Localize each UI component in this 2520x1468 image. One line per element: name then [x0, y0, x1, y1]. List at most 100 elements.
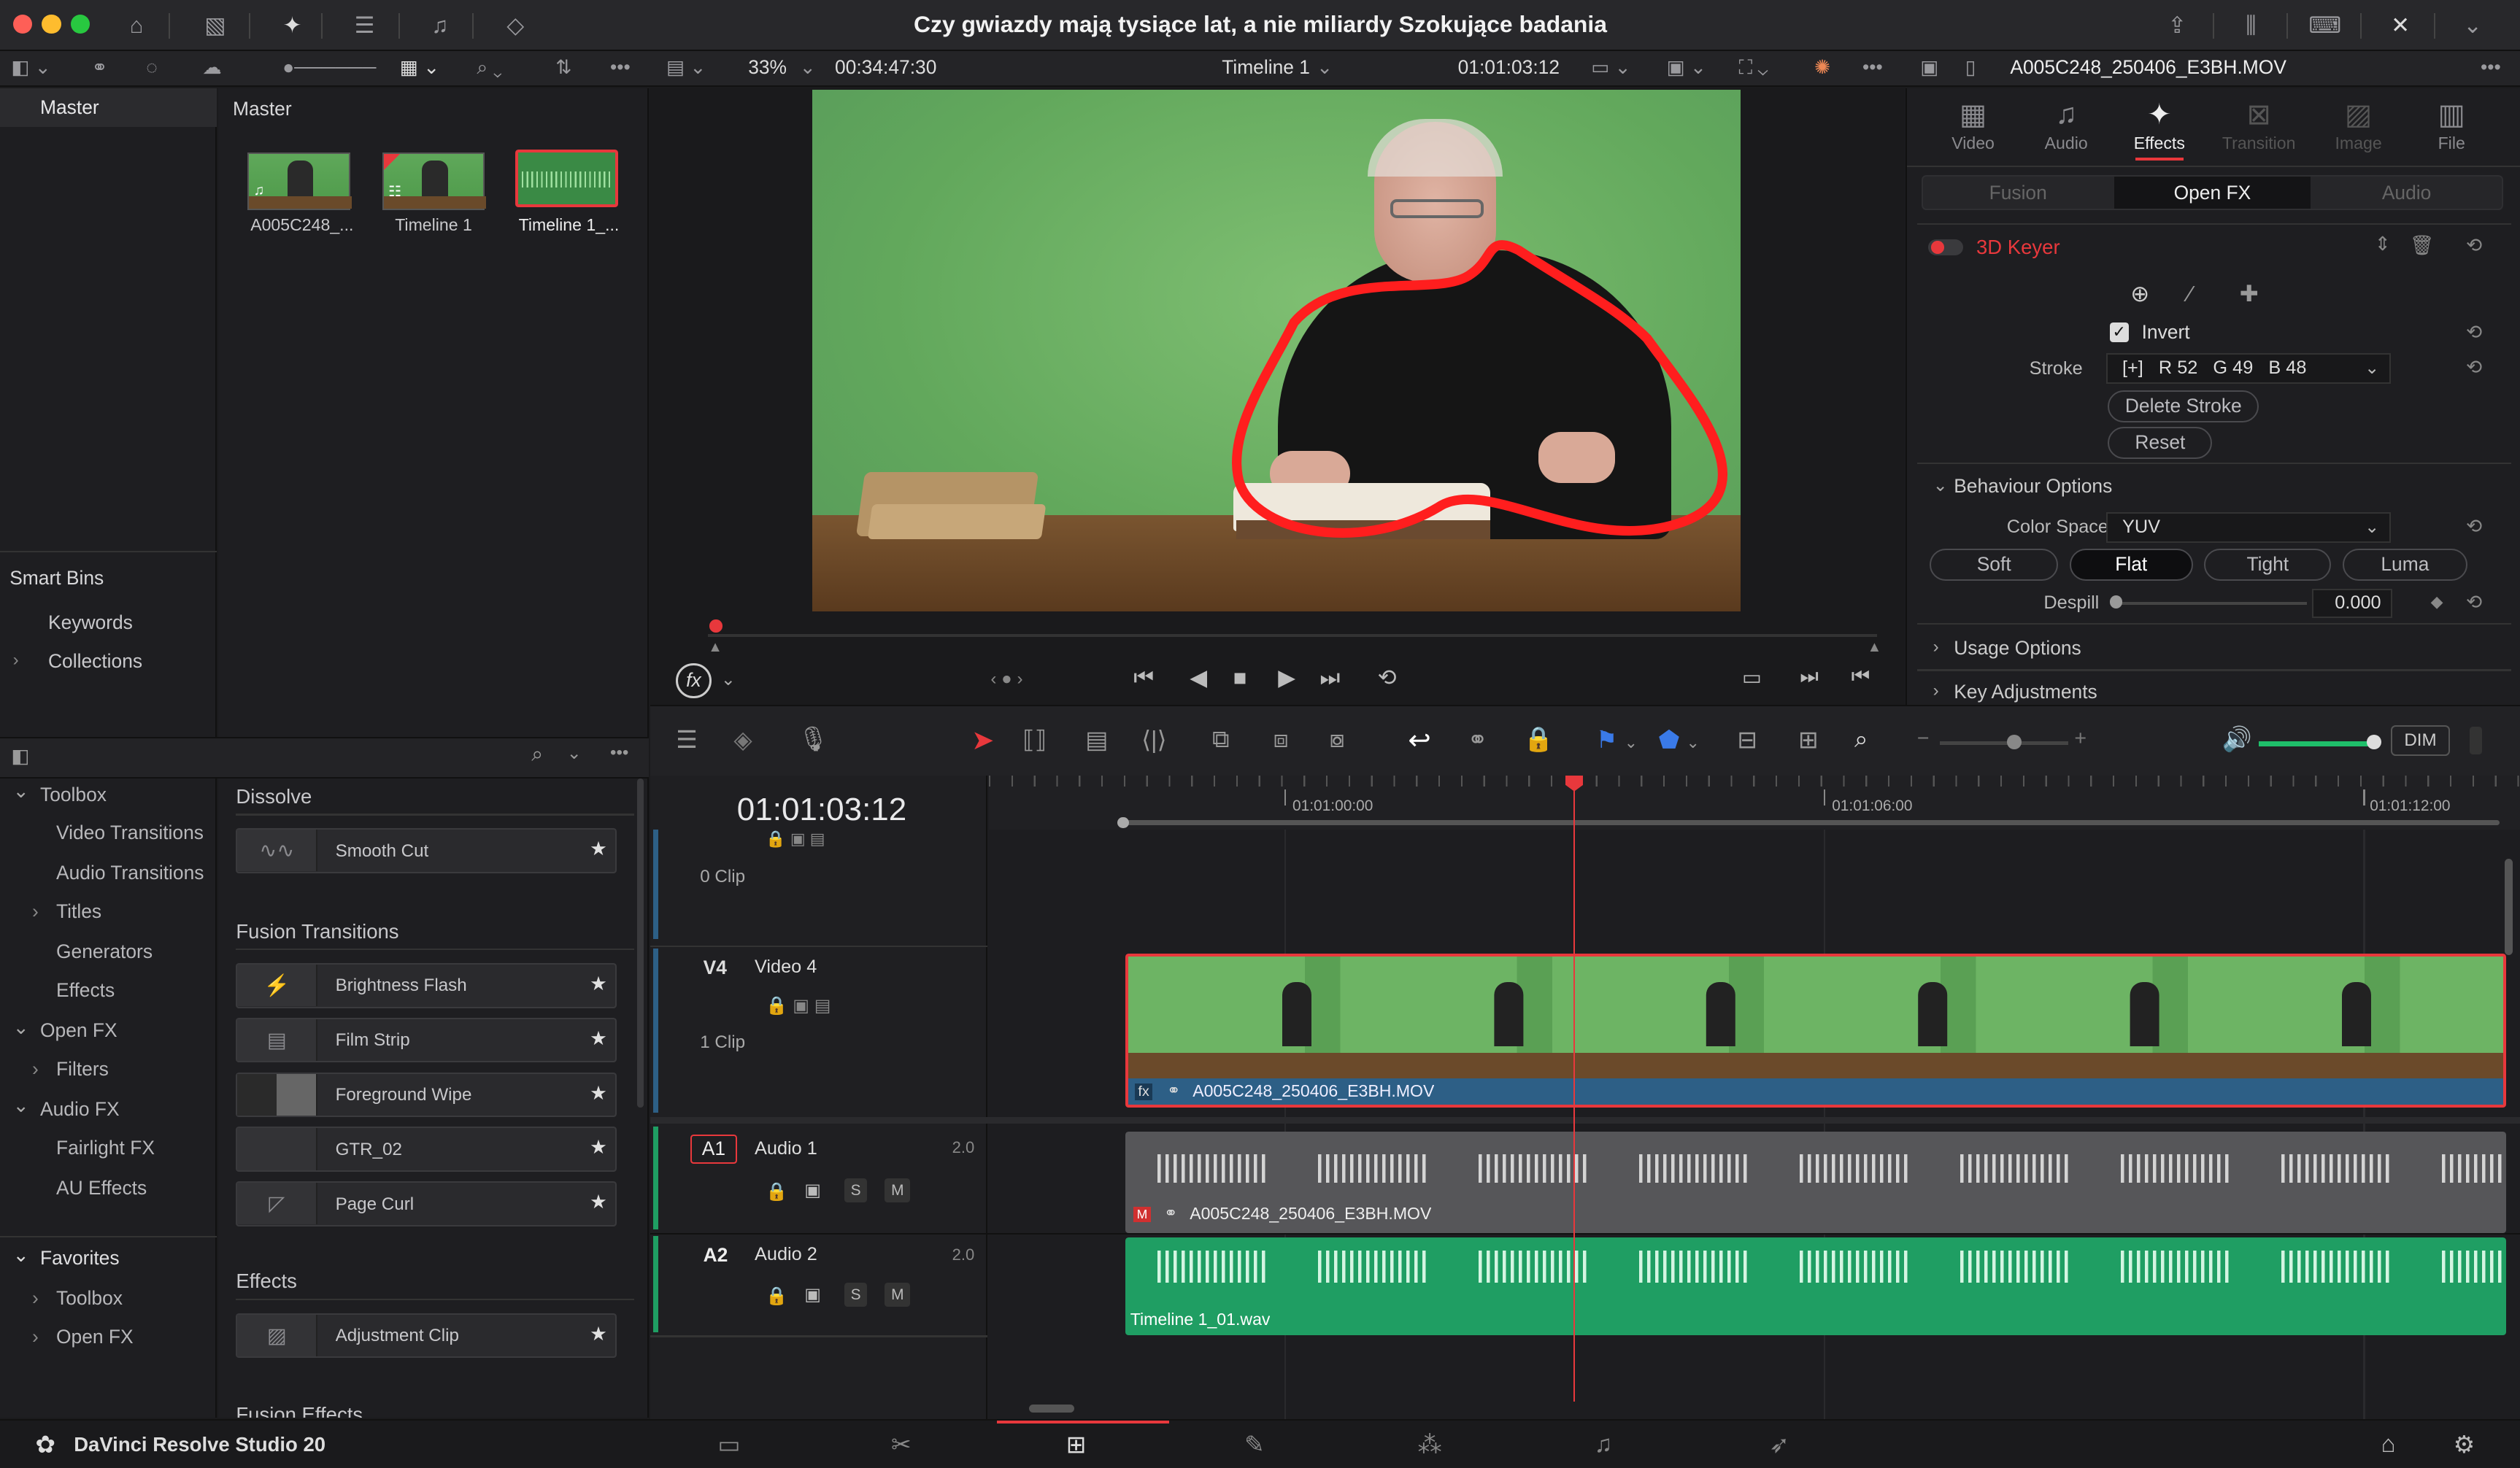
- bin-master[interactable]: Master: [40, 96, 99, 119]
- tree-fav-open-fx[interactable]: Open FX: [56, 1326, 134, 1348]
- subtab-open-fx[interactable]: Open FX: [2114, 182, 2310, 204]
- chevron-down-icon[interactable]: ⌄: [1317, 56, 1333, 79]
- eyedropper-plus-icon[interactable]: ✚: [2240, 281, 2259, 307]
- insert-clip-icon[interactable]: ⧉: [1212, 725, 1230, 754]
- flag-icon[interactable]: ⚑ ⌄: [1596, 725, 1638, 754]
- tab-image[interactable]: ▨ Image: [2311, 98, 2407, 152]
- chevron-down-icon[interactable]: ⌄: [13, 1016, 29, 1039]
- replace-clip-icon[interactable]: ⧇: [1330, 725, 1345, 754]
- reset-icon[interactable]: ⟲: [2466, 356, 2482, 379]
- video-clip[interactable]: fx ⚭ A005C248_250406_E3BH.MOV: [1125, 953, 2507, 1108]
- go-to-end-icon[interactable]: ⏭: [1319, 665, 1340, 692]
- sort-icon[interactable]: ⇅: [555, 56, 571, 79]
- cut-page-icon[interactable]: ✂: [891, 1430, 912, 1459]
- despill-value[interactable]: 0.000: [2311, 589, 2392, 618]
- more-options-icon[interactable]: •••: [2481, 56, 2501, 79]
- tree-filters[interactable]: Filters: [56, 1058, 109, 1081]
- fx-item-gtr-02[interactable]: GTR_02 ★: [236, 1127, 617, 1172]
- chevron-down-icon[interactable]: ⌄: [721, 669, 736, 690]
- delete-stroke-button[interactable]: Delete Stroke: [2108, 390, 2259, 422]
- tree-audio-fx[interactable]: Audio FX: [40, 1098, 120, 1121]
- fx-item-page-curl[interactable]: ◸ Page Curl ★: [236, 1181, 617, 1226]
- favorite-star-icon[interactable]: ★: [590, 973, 607, 995]
- zoom-level[interactable]: 33%: [748, 56, 787, 79]
- playhead[interactable]: [1573, 775, 1576, 1402]
- audio-clip-wav[interactable]: Timeline 1_01.wav: [1125, 1237, 2507, 1336]
- edit-page-icon[interactable]: ⊞: [1066, 1430, 1087, 1459]
- stop-icon[interactable]: ■: [1233, 665, 1247, 691]
- match-frame-icon[interactable]: ▭: [1742, 665, 1762, 690]
- favorite-star-icon[interactable]: ★: [590, 1136, 607, 1159]
- chevron-right-icon[interactable]: ›: [13, 650, 19, 671]
- fairlight-page-icon[interactable]: ♫: [1595, 1430, 1613, 1458]
- inspector-collapse-icon[interactable]: ⌄: [2457, 9, 2489, 42]
- viewer-mode-icon[interactable]: ▭ ⌄: [1591, 56, 1630, 79]
- prev-edit-icon[interactable]: ⏮: [1852, 665, 1870, 689]
- reset-icon[interactable]: ⟲: [2466, 515, 2482, 538]
- dynamic-trim-icon[interactable]: ▤: [1085, 725, 1108, 754]
- color-space-select[interactable]: YUV ⌄: [2106, 511, 2391, 543]
- volume-slider[interactable]: [2259, 741, 2372, 746]
- tree-open-fx[interactable]: Open FX: [40, 1019, 117, 1042]
- file-icon[interactable]: ▯: [1965, 56, 1976, 79]
- timeline-scroll-range[interactable]: [1122, 820, 2500, 825]
- color-page-icon[interactable]: ⁂: [1418, 1430, 1442, 1459]
- lock-icon[interactable]: 🔒: [766, 1286, 787, 1307]
- section-effects[interactable]: Effects⌃: [236, 1270, 297, 1293]
- clip-thumbnail[interactable]: ☷: [382, 152, 487, 211]
- track-controls[interactable]: 🔒 ▣ ▤: [766, 995, 831, 1016]
- inspector-tools-icon[interactable]: ✕: [2384, 9, 2416, 42]
- play-reverse-icon[interactable]: ◀: [1190, 665, 1207, 691]
- fx-item-film-strip[interactable]: ▤ Film Strip ★: [236, 1017, 617, 1063]
- tree-video-transitions[interactable]: Video Transitions: [56, 822, 204, 844]
- dim-button[interactable]: DIM: [2390, 725, 2451, 756]
- fx-icon[interactable]: fx: [676, 662, 712, 698]
- mode-flat-button[interactable]: Flat: [2069, 549, 2193, 582]
- zoom-full-icon[interactable]: ⊟: [1737, 725, 1757, 754]
- viewer-frame[interactable]: [812, 90, 1741, 612]
- media-page-icon[interactable]: ▭: [717, 1430, 740, 1459]
- chevron-right-icon[interactable]: ›: [32, 1326, 39, 1348]
- tree-titles[interactable]: Titles: [56, 900, 101, 923]
- trash-icon[interactable]: 🗑: [2410, 234, 2435, 257]
- zoom-custom-icon[interactable]: ⌕: [1854, 725, 1868, 754]
- playhead-handle[interactable]: [709, 619, 723, 633]
- chevron-down-icon[interactable]: ⌄: [13, 1094, 29, 1117]
- hd-icon[interactable]: ▣ ⌄: [1667, 56, 1706, 79]
- chevron-down-icon[interactable]: ⌄: [567, 743, 582, 764]
- tab-video[interactable]: ▦ Video: [1925, 98, 2022, 152]
- track-output-icon[interactable]: ▣: [804, 1180, 821, 1201]
- fusion-page-icon[interactable]: ✎: [1244, 1430, 1265, 1459]
- track-controls[interactable]: 🔒 ▣ ▤: [766, 830, 825, 849]
- smart-bin-collections[interactable]: Collections: [48, 650, 142, 673]
- position-lock-icon[interactable]: 🔒: [1524, 725, 1554, 754]
- zoom-out-icon[interactable]: −: [1917, 727, 1930, 751]
- subtab-audio[interactable]: Audio: [2311, 182, 2503, 204]
- volume-slider-handle[interactable]: [2366, 735, 2381, 750]
- section-dissolve[interactable]: Dissolve⌃: [236, 785, 312, 808]
- trim-tool-icon[interactable]: ⟦⟧: [1022, 725, 1047, 754]
- clip-thumbnail[interactable]: ♫: [247, 152, 352, 211]
- chevron-right-icon[interactable]: ›: [1933, 637, 1939, 657]
- tab-effects[interactable]: ✦ Effects: [2111, 98, 2208, 152]
- tree-favorites[interactable]: Favorites: [40, 1247, 120, 1270]
- section-fusion-transitions[interactable]: Fusion Transitions⌃: [236, 920, 398, 943]
- home-icon[interactable]: ⌂: [2381, 1430, 2396, 1458]
- tab-file[interactable]: ▥ File: [2403, 98, 2500, 152]
- reset-icon[interactable]: ⟲: [2466, 234, 2482, 257]
- chevron-down-icon[interactable]: ⌄: [800, 56, 816, 79]
- solo-button[interactable]: S: [844, 1282, 867, 1307]
- more-options-icon[interactable]: •••: [610, 56, 631, 79]
- keyframe-icon[interactable]: ◆: [2431, 592, 2443, 611]
- invert-checkbox[interactable]: ✓: [2109, 322, 2129, 342]
- tab-audio[interactable]: ♫ Audio: [2018, 98, 2114, 152]
- reorder-icon[interactable]: ⇕: [2375, 233, 2391, 255]
- track-output-icon[interactable]: ▣: [804, 1284, 821, 1305]
- cloud-icon[interactable]: ☁: [202, 56, 221, 79]
- transform-icon[interactable]: ⛶ ⌄: [1739, 56, 1768, 80]
- chevron-right-icon[interactable]: ›: [32, 1058, 39, 1081]
- subtab-fusion[interactable]: Fusion: [1922, 182, 2114, 204]
- scrollbar[interactable]: [637, 779, 644, 1108]
- mode-luma-button[interactable]: Luma: [2342, 549, 2468, 582]
- chevron-right-icon[interactable]: ›: [32, 900, 39, 923]
